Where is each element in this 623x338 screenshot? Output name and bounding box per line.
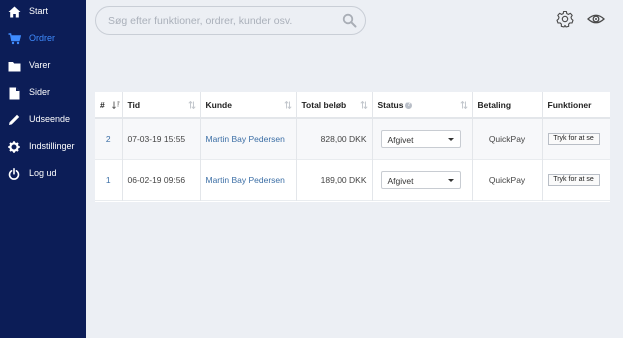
sort-icon[interactable]	[459, 101, 468, 109]
order-time: 07-03-19 15:55	[122, 118, 201, 159]
status-select[interactable]: Afgivet	[380, 129, 461, 148]
folder-icon	[7, 59, 21, 73]
caret-down-icon	[447, 137, 454, 141]
sort-icon[interactable]	[359, 101, 368, 109]
column-header-num[interactable]: #	[95, 92, 123, 119]
column-header-time[interactable]: Tid	[122, 92, 201, 119]
sidebar-item-label: Sider	[29, 87, 51, 97]
sidebar-item-sider[interactable]: Sider	[0, 82, 86, 104]
cart-icon	[7, 32, 21, 46]
sidebar-item-start[interactable]: Start	[0, 1, 86, 23]
search-input[interactable]	[108, 13, 338, 29]
order-total: 828,00 DKK	[296, 118, 373, 159]
customer-link[interactable]: Martin Bay Pedersen	[200, 118, 297, 159]
column-header-functions: Funktioner	[542, 92, 610, 119]
order-time: 06-02-19 09:56	[122, 159, 201, 200]
column-header-payment: Betaling	[472, 92, 543, 119]
search-box	[95, 6, 366, 35]
payment-method: QuickPay	[472, 159, 543, 200]
order-number: 2	[95, 118, 123, 159]
eye-icon[interactable]	[587, 10, 605, 28]
order-total: 189,00 DKK	[296, 159, 373, 200]
sidebar-item-label: Start	[29, 6, 49, 16]
sidebar: Start Ordrer Varer Sider Udseende Indsti…	[0, 0, 86, 338]
column-header-customer[interactable]: Kunde	[200, 92, 297, 119]
info-icon[interactable]: ?	[405, 101, 413, 109]
sort-icon[interactable]	[187, 101, 196, 109]
caret-down-icon	[447, 178, 454, 182]
power-icon	[7, 167, 21, 181]
gear-icon	[7, 140, 21, 154]
status-cell: Afgivet	[372, 159, 473, 200]
payment-method: QuickPay	[472, 118, 543, 159]
settings-gear-icon[interactable]	[556, 10, 574, 28]
home-icon	[7, 5, 21, 19]
sidebar-item-udseende[interactable]: Udseende	[0, 109, 86, 131]
sidebar-item-label: Log ud	[29, 168, 57, 178]
table-row[interactable]: 2 07-03-19 15:55 Martin Bay Pedersen 828…	[95, 118, 610, 159]
pencil-icon	[7, 113, 21, 127]
file-icon	[7, 86, 21, 100]
sidebar-item-indstillinger[interactable]: Indstillinger	[0, 136, 86, 158]
view-order-button[interactable]: Tryk for at se	[547, 133, 600, 146]
sidebar-item-label: Ordrer	[29, 33, 56, 43]
orders-table: # Tid Kunde Total beløb Status? Betaling…	[95, 92, 610, 202]
table-row[interactable]: 1 06-02-19 09:56 Martin Bay Pedersen 189…	[95, 159, 610, 200]
sidebar-item-varer[interactable]: Varer	[0, 55, 86, 77]
sidebar-item-label: Indstillinger	[29, 141, 75, 151]
view-order-button[interactable]: Tryk for at se	[547, 174, 600, 186]
column-header-status[interactable]: Status?	[372, 92, 473, 119]
column-header-total[interactable]: Total beløb	[296, 92, 373, 119]
order-number: 1	[95, 159, 123, 200]
status-cell: Afgivet	[372, 118, 473, 159]
functions-cell: Tryk for at se	[542, 118, 610, 159]
sort-icon[interactable]	[283, 101, 292, 109]
sidebar-item-ordrer[interactable]: Ordrer	[0, 28, 86, 50]
sidebar-item-label: Udseende	[29, 114, 71, 124]
sidebar-item-label: Varer	[29, 60, 51, 70]
table-header-row: # Tid Kunde Total beløb Status? Betaling…	[95, 92, 610, 119]
status-select[interactable]: Afgivet	[380, 170, 461, 189]
sort-desc-icon[interactable]	[111, 101, 120, 109]
customer-link[interactable]: Martin Bay Pedersen	[200, 159, 297, 200]
sidebar-item-log-ud[interactable]: Log ud	[0, 163, 86, 185]
search-icon[interactable]	[342, 13, 357, 28]
functions-cell: Tryk for at se	[542, 159, 610, 200]
